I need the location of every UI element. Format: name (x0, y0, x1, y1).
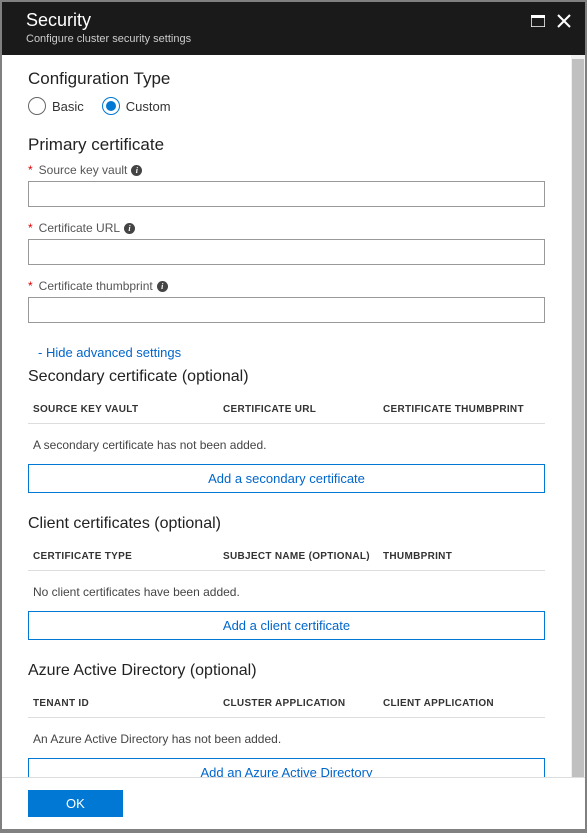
maximize-icon[interactable] (531, 15, 545, 27)
certificate-thumbprint-input[interactable] (28, 297, 545, 323)
add-client-certificate-button[interactable]: Add a client certificate (28, 611, 545, 640)
content: Configuration Type Basic Custom Primary … (2, 55, 585, 777)
col-certificate-url: CERTIFICATE URL (223, 404, 383, 415)
hide-advanced-settings-link[interactable]: - Hide advanced settings (28, 337, 181, 366)
aad-table-header: TENANT ID CLUSTER APPLICATION CLIENT APP… (28, 690, 545, 718)
radio-custom[interactable]: Custom (102, 97, 171, 115)
secondary-cert-table-header: SOURCE KEY VAULT CERTIFICATE URL CERTIFI… (28, 396, 545, 424)
col-certificate-type: CERTIFICATE TYPE (33, 551, 223, 562)
primary-cert-heading: Primary certificate (28, 135, 545, 155)
client-certs-empty: No client certificates have been added. (28, 571, 545, 611)
scrollbar-thumb[interactable] (572, 59, 584, 777)
close-icon[interactable] (557, 14, 571, 28)
config-type-radio-group: Basic Custom (28, 97, 545, 115)
ok-button[interactable]: OK (28, 790, 123, 817)
col-certificate-thumbprint: CERTIFICATE THUMBPRINT (383, 404, 540, 415)
radio-basic-label: Basic (52, 99, 84, 114)
field-label: * Certificate thumbprint i (28, 279, 545, 293)
info-icon[interactable]: i (157, 281, 168, 292)
content-scroll[interactable]: Configuration Type Basic Custom Primary … (2, 55, 585, 777)
certificate-url-input[interactable] (28, 239, 545, 265)
security-blade: Security Configure cluster security sett… (2, 2, 585, 829)
aad-empty: An Azure Active Directory has not been a… (28, 718, 545, 758)
col-cluster-application: CLUSTER APPLICATION (223, 698, 383, 709)
titlebar-controls (531, 10, 571, 28)
blade-subtitle: Configure cluster security settings (26, 33, 191, 45)
aad-heading: Azure Active Directory (optional) (28, 662, 545, 680)
required-icon: * (28, 163, 33, 177)
titlebar-text: Security Configure cluster security sett… (26, 10, 191, 45)
col-thumbprint: THUMBPRINT (383, 551, 540, 562)
add-secondary-certificate-button[interactable]: Add a secondary certificate (28, 464, 545, 493)
field-label: * Certificate URL i (28, 221, 545, 235)
client-certs-table-header: CERTIFICATE TYPE SUBJECT NAME (OPTIONAL)… (28, 543, 545, 571)
certificate-url-field: * Certificate URL i (28, 221, 545, 265)
titlebar: Security Configure cluster security sett… (2, 2, 585, 55)
secondary-cert-heading: Secondary certificate (optional) (28, 368, 545, 386)
radio-icon (102, 97, 120, 115)
client-certs-heading: Client certificates (optional) (28, 515, 545, 533)
field-label: * Source key vault i (28, 163, 545, 177)
required-icon: * (28, 221, 33, 235)
source-key-vault-field: * Source key vault i (28, 163, 545, 207)
col-source-key-vault: SOURCE KEY VAULT (33, 404, 223, 415)
blade-title: Security (26, 10, 191, 31)
required-icon: * (28, 279, 33, 293)
col-subject-name: SUBJECT NAME (OPTIONAL) (223, 551, 383, 562)
certificate-url-label: Certificate URL (39, 221, 120, 235)
footer: OK (2, 777, 585, 829)
info-icon[interactable]: i (124, 223, 135, 234)
radio-custom-label: Custom (126, 99, 171, 114)
secondary-cert-empty: A secondary certificate has not been add… (28, 424, 545, 464)
col-tenant-id: TENANT ID (33, 698, 223, 709)
radio-icon (28, 97, 46, 115)
radio-basic[interactable]: Basic (28, 97, 84, 115)
certificate-thumbprint-field: * Certificate thumbprint i (28, 279, 545, 323)
scrollbar-track[interactable] (571, 55, 585, 777)
info-icon[interactable]: i (131, 165, 142, 176)
source-key-vault-input[interactable] (28, 181, 545, 207)
config-type-heading: Configuration Type (28, 69, 545, 89)
col-client-application: CLIENT APPLICATION (383, 698, 540, 709)
source-key-vault-label: Source key vault (39, 163, 128, 177)
certificate-thumbprint-label: Certificate thumbprint (39, 279, 153, 293)
add-aad-button[interactable]: Add an Azure Active Directory (28, 758, 545, 777)
